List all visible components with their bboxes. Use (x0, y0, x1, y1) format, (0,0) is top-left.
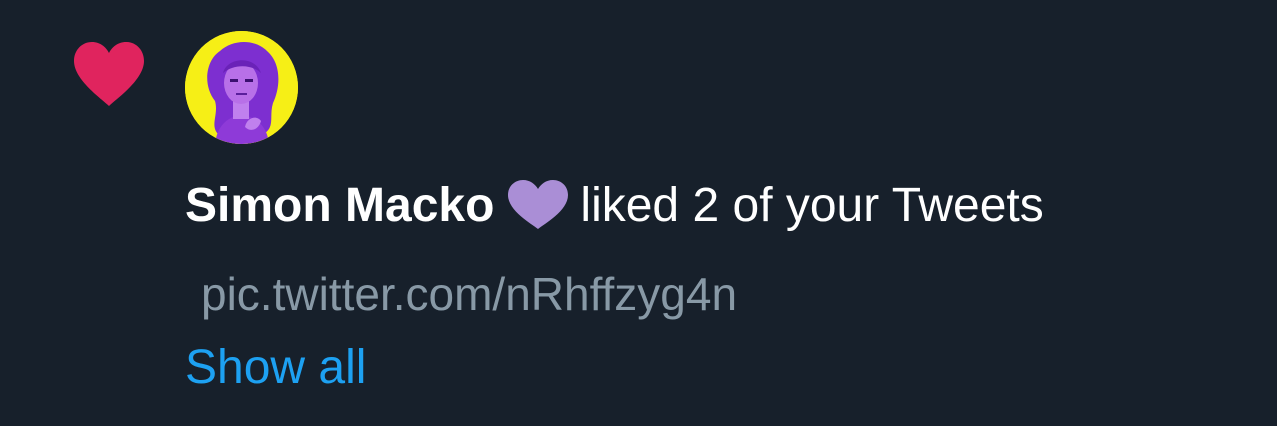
notification-headline: Simon Macko liked 2 of your Tweets (185, 176, 1044, 236)
user-name[interactable]: Simon Macko (185, 179, 494, 232)
purple-heart-icon (506, 179, 570, 231)
show-all-link[interactable]: Show all (185, 338, 366, 398)
tweet-link[interactable]: pic.twitter.com/nRhffzyg4n (201, 265, 737, 323)
action-text: liked 2 of your Tweets (580, 179, 1044, 232)
avatar[interactable] (185, 31, 298, 144)
heart-icon (72, 40, 146, 108)
like-notification[interactable]: Simon Macko liked 2 of your Tweets pic.t… (0, 0, 1277, 426)
